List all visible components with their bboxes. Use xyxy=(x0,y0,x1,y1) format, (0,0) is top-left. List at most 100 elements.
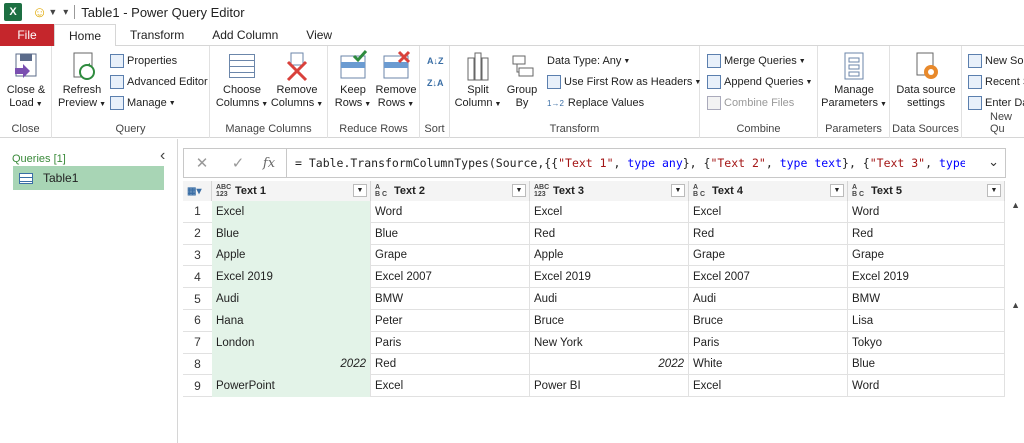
table-row[interactable]: 6 Hana Peter Bruce Bruce Lisa xyxy=(183,309,1005,332)
table-cell[interactable]: Red xyxy=(530,222,689,245)
table-row[interactable]: 3 Apple Grape Apple Grape Grape xyxy=(183,244,1005,267)
row-number[interactable]: 2 xyxy=(183,223,212,244)
table-cell[interactable]: Excel 2007 xyxy=(371,266,530,289)
table-cell[interactable]: London xyxy=(212,331,371,354)
tab-home[interactable]: Home xyxy=(54,24,117,47)
table-row[interactable]: 2 Blue Blue Red Red Red xyxy=(183,222,1005,245)
combine-files-button[interactable]: Combine Files xyxy=(707,94,794,112)
table-cell[interactable]: Audi xyxy=(212,288,371,310)
table-cell[interactable]: Paris xyxy=(371,331,530,354)
enter-data-button[interactable]: Enter Da xyxy=(968,94,1024,112)
table-row[interactable]: 5 Audi BMW Audi Audi BMW xyxy=(183,288,1005,310)
row-number[interactable]: 3 xyxy=(183,245,212,266)
table-cell[interactable]: Excel 2019 xyxy=(848,266,1005,289)
manage-button[interactable]: Manage ▼ xyxy=(110,94,176,112)
table-cell[interactable]: Blue xyxy=(848,353,1005,376)
table-cell[interactable]: Word xyxy=(848,201,1005,223)
tab-add-column[interactable]: Add Column xyxy=(198,24,292,46)
filter-dropdown-icon[interactable]: ▼ xyxy=(987,184,1001,197)
table-row[interactable]: 1 Excel Word Excel Excel Word xyxy=(183,201,1005,223)
remove-rows-button[interactable]: Remove Rows ▼ xyxy=(374,50,418,111)
table-cell[interactable]: Bruce xyxy=(689,309,848,332)
table-cell[interactable]: Hana xyxy=(212,309,371,332)
table-cell[interactable]: Excel xyxy=(689,201,848,223)
table-cell[interactable]: Grape xyxy=(848,244,1005,267)
properties-button[interactable]: Properties xyxy=(110,52,177,70)
tab-file[interactable]: File xyxy=(0,24,54,46)
table-cell[interactable]: Grape xyxy=(689,244,848,267)
row-number[interactable]: 1 xyxy=(183,201,212,222)
table-cell[interactable]: Word xyxy=(371,201,530,223)
new-source-button[interactable]: New Sou xyxy=(968,52,1024,70)
cancel-formula-icon[interactable]: ✕ xyxy=(184,154,220,172)
merge-queries-button[interactable]: Merge Queries ▼ xyxy=(707,52,806,70)
table-cell[interactable]: Excel xyxy=(530,201,689,223)
table-cell[interactable]: Excel 2007 xyxy=(689,266,848,289)
scroll-marker-icon[interactable]: ▲ xyxy=(1011,300,1020,310)
table-cell[interactable]: White xyxy=(689,353,848,376)
table-cell[interactable]: Lisa xyxy=(848,309,1005,332)
table-row[interactable]: 8 2022 Red 2022 White Blue xyxy=(183,353,1005,376)
type-text-icon[interactable]: AB C xyxy=(852,184,866,198)
type-any-icon[interactable]: ABC 123 xyxy=(534,184,549,198)
chevron-down-icon[interactable]: ▼ xyxy=(48,7,57,17)
use-first-row-button[interactable]: Use First Row as Headers ▼ xyxy=(547,73,701,91)
type-text-icon[interactable]: AB C xyxy=(693,184,707,198)
row-number[interactable]: 9 xyxy=(183,375,212,396)
formula-input[interactable]: = Table.TransformColumnTypes(Source,{{"T… xyxy=(295,156,965,170)
tab-transform[interactable]: Transform xyxy=(116,24,198,46)
table-cell[interactable]: Peter xyxy=(371,309,530,332)
row-number[interactable]: 7 xyxy=(183,332,212,353)
table-cell[interactable]: Blue xyxy=(371,222,530,245)
append-queries-button[interactable]: Append Queries ▼ xyxy=(707,73,812,91)
replace-values-button[interactable]: 1→2 Replace Values xyxy=(547,94,644,112)
table-row[interactable]: 9 PowerPoint Excel Power BI Excel Word xyxy=(183,375,1005,398)
table-cell[interactable]: Excel 2019 xyxy=(212,266,371,289)
tab-view[interactable]: View xyxy=(292,24,346,46)
column-header-text-3[interactable]: ABC 123 Text 3 ▼ xyxy=(530,181,689,201)
table-cell[interactable]: Grape xyxy=(371,244,530,267)
filter-dropdown-icon[interactable]: ▼ xyxy=(353,184,367,197)
column-header-text-1[interactable]: ABC 123 Text 1 ▼ xyxy=(212,181,371,201)
query-item-table1[interactable]: Table1 xyxy=(13,166,164,190)
expand-formula-icon[interactable]: ⌄ xyxy=(988,154,999,170)
table-cell[interactable]: 2022 xyxy=(212,353,371,376)
table-cell[interactable]: Audi xyxy=(530,288,689,310)
data-type-dropdown[interactable]: Data Type: Any ▼ xyxy=(547,52,630,70)
table-cell[interactable]: Red xyxy=(371,353,530,376)
filter-dropdown-icon[interactable]: ▼ xyxy=(671,184,685,197)
table-cell[interactable]: 2022 xyxy=(530,353,689,376)
remove-columns-button[interactable]: Remove Columns ▼ xyxy=(270,50,324,111)
customize-quick-access-icon[interactable]: ▾ xyxy=(63,7,68,18)
row-number[interactable]: 5 xyxy=(183,288,212,309)
collapse-pane-icon[interactable]: ‹ xyxy=(160,147,165,165)
filter-dropdown-icon[interactable]: ▼ xyxy=(512,184,526,197)
table-cell[interactable]: Apple xyxy=(530,244,689,267)
table-cell[interactable]: Audi xyxy=(689,288,848,310)
column-header-text-5[interactable]: AB C Text 5 ▼ xyxy=(848,181,1005,201)
filter-dropdown-icon[interactable]: ▼ xyxy=(830,184,844,197)
refresh-preview-button[interactable]: Refresh Preview ▼ xyxy=(58,50,106,111)
scroll-up-icon[interactable]: ▲ xyxy=(1011,200,1020,210)
table-row[interactable]: 4 Excel 2019 Excel 2007 Excel 2019 Excel 200… xyxy=(183,266,1005,289)
advanced-editor-button[interactable]: Advanced Editor xyxy=(110,73,208,91)
table-cell[interactable]: Bruce xyxy=(530,309,689,332)
table-cell[interactable]: Excel xyxy=(689,375,848,398)
split-column-button[interactable]: Split Column ▼ xyxy=(455,50,501,111)
sort-ascending-button[interactable]: A↓Z xyxy=(427,52,444,70)
keep-rows-button[interactable]: Keep Rows ▼ xyxy=(332,50,374,111)
table-cell[interactable]: Word xyxy=(848,375,1005,398)
table-cell[interactable]: Paris xyxy=(689,331,848,354)
table-cell[interactable]: Excel xyxy=(212,201,371,223)
type-text-icon[interactable]: AB C xyxy=(375,184,389,198)
sort-descending-button[interactable]: Z↓A xyxy=(427,74,444,92)
row-number[interactable]: 8 xyxy=(183,354,212,375)
recent-sources-button[interactable]: Recent S xyxy=(968,73,1024,91)
table-cell[interactable]: PowerPoint xyxy=(212,375,371,398)
commit-formula-icon[interactable]: ✓ xyxy=(220,154,256,172)
table-cell[interactable]: BMW xyxy=(848,288,1005,310)
smiley-feedback-icon[interactable]: ☺ xyxy=(32,4,47,21)
table-cell[interactable]: Red xyxy=(689,222,848,245)
table-row[interactable]: 7 London Paris New York Paris Tokyo xyxy=(183,331,1005,354)
table-cell[interactable]: Red xyxy=(848,222,1005,245)
